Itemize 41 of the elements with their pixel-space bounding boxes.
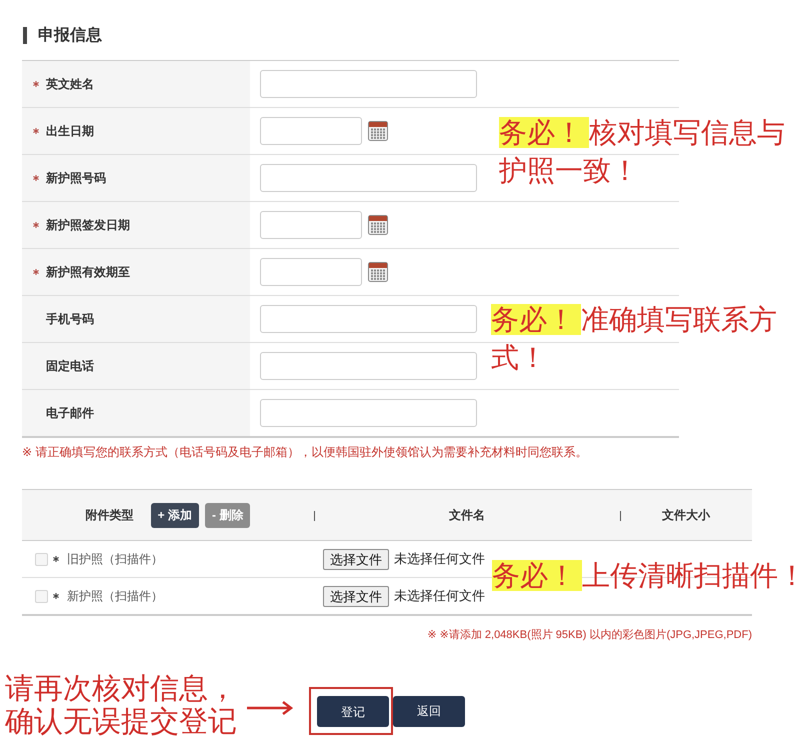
date-field[interactable] [260, 117, 362, 145]
field-label: 新护照签发日期 [46, 217, 130, 234]
column-header: 附件类型 [86, 507, 134, 524]
checkbox[interactable] [35, 552, 48, 566]
size-note: ※ ※请添加 2,048KB(照片 95KB) 以内的彩色图片(JPG,JPEG,PDF) [426, 628, 752, 642]
checkbox[interactable] [35, 590, 48, 602]
attachment-type: 新护照（扫描件） [67, 588, 163, 605]
column-header: 文件名 [449, 507, 485, 524]
contact-note: ※ 请正确填写您的联系方式（电话号码及电子邮箱），以便韩国驻外使领馆认为需要补充材料时同您联系。 [22, 445, 588, 459]
add-button[interactable]: + 添加 [150, 502, 199, 528]
field-label: 新护照有效期至 [46, 264, 130, 281]
field-label: 电子邮件 [46, 405, 94, 422]
file-status: 未选择任何文件 [394, 587, 485, 606]
text-field[interactable] [260, 352, 477, 380]
back-button[interactable]: 返回 [393, 696, 465, 726]
calendar-icon[interactable] [368, 121, 388, 141]
field-label: 固定电话 [46, 358, 94, 375]
text-field[interactable] [260, 70, 477, 98]
annotation-note: 务必！ 核对填写信息与护照一致！ [499, 116, 786, 188]
column-header: 文件大小 [662, 507, 710, 524]
annotation-note: 务必！ 准确填写联系方式！ [491, 303, 778, 375]
annotation-note: 请再次核对信息，确认无误提交登记 [5, 673, 238, 739]
calendar-icon[interactable] [368, 215, 388, 235]
section-title: 申报信息 [23, 27, 102, 44]
attachment-type: 旧护照（扫描件） [67, 551, 163, 568]
date-field[interactable] [260, 211, 362, 239]
date-field[interactable] [260, 258, 362, 286]
text-field[interactable] [260, 305, 477, 333]
field-label: 手机号码 [46, 311, 94, 328]
choose-file-button[interactable]: 选择文件 [323, 548, 389, 570]
text-field[interactable] [260, 164, 477, 192]
field-label: 出生日期 [46, 123, 94, 140]
pointer-arrow [247, 701, 293, 715]
field-label: 新护照号码 [46, 170, 106, 187]
annotation-note: 务必！ 上传清晰扫描件！ [492, 559, 803, 593]
calendar-icon[interactable] [368, 262, 388, 282]
file-status: 未选择任何文件 [394, 550, 485, 568]
register-button[interactable]: 登记 [317, 696, 389, 727]
choose-file-button[interactable]: 选择文件 [323, 586, 389, 606]
field-label: 英文姓名 [46, 76, 94, 93]
text-field[interactable] [260, 399, 477, 427]
